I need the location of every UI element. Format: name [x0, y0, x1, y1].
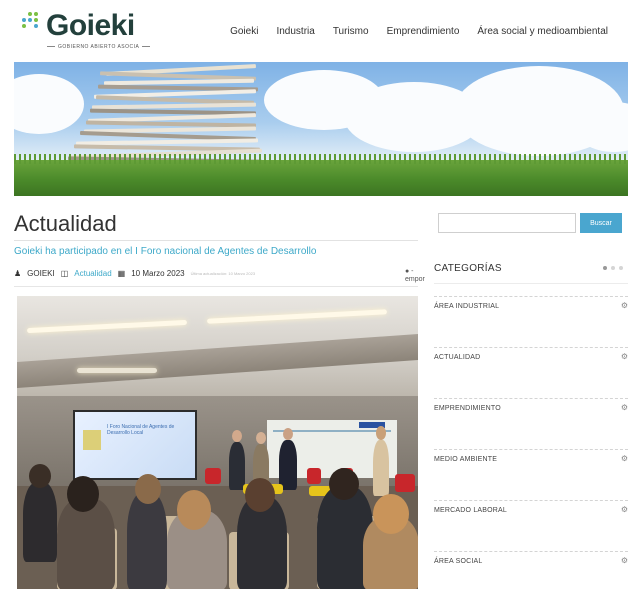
slide-text: I Foro Nacional de Agentes de Desarrollo… [107, 424, 175, 436]
site-header: Goieki GOBIERNO ABIERTO ASOCIA Goieki In… [0, 0, 630, 62]
main-nav: Goieki Industria Turismo Emprendimiento … [230, 26, 608, 37]
categories-title: CATEGORÍAS [434, 263, 502, 274]
search-button[interactable]: Buscar [580, 213, 622, 233]
logo-subtitle: GOBIERNO ABIERTO ASOCIA [44, 44, 153, 50]
calendar-icon: ▦ [117, 269, 126, 278]
settings-icon: ⚙ [620, 556, 628, 565]
nav-item-industria[interactable]: Industria [276, 26, 314, 37]
category-item-medio-ambiente[interactable]: MEDIO AMBIENTE ⚙ [434, 449, 628, 500]
grass [14, 154, 628, 196]
settings-icon: ⚙ [620, 505, 628, 514]
presentation-screen: I Foro Nacional de Agentes de Desarrollo… [73, 410, 197, 480]
user-icon: ♟ [14, 269, 22, 278]
hero-banner [14, 62, 628, 196]
category-label: ÁREA INDUSTRIAL [434, 303, 500, 310]
nav-item-area-social[interactable]: Área social y medioambiental [477, 26, 608, 37]
post-category-link[interactable]: Actualidad [74, 269, 111, 278]
categories-toggle[interactable] [603, 266, 623, 270]
category-label: EMPRENDIMIENTO [434, 405, 501, 412]
post-meta: ♟ GOIEKI ◫ Actualidad ▦ 10 Marzo 2023 Úl… [14, 269, 255, 278]
nav-item-goieki[interactable]: Goieki [230, 26, 258, 37]
search-input[interactable] [438, 213, 576, 233]
divider [434, 283, 628, 284]
site-logo[interactable]: Goieki GOBIERNO ABIERTO ASOCIA [22, 8, 142, 54]
divider [14, 286, 418, 287]
category-item-mercado-laboral[interactable]: MERCADO LABORAL ⚙ [434, 500, 628, 551]
nav-item-turismo[interactable]: Turismo [333, 26, 369, 37]
category-label: MERCADO LABORAL [434, 507, 508, 514]
share-label: empor [405, 276, 425, 283]
category-label: ÁREA SOCIAL [434, 558, 483, 565]
settings-icon: ⚙ [620, 454, 628, 463]
category-item-area-social[interactable]: ÁREA SOCIAL ⚙ [434, 551, 628, 589]
post-author[interactable]: GOIEKI [27, 269, 55, 278]
logo-text: Goieki [46, 9, 135, 42]
post-title-link[interactable]: Goieki ha participado en el I Foro nacio… [14, 246, 316, 257]
post-updated: Última actualización: 10 Marzo 2023 [190, 271, 256, 276]
post-featured-image[interactable]: I Foro Nacional de Agentes de Desarrollo… [17, 296, 418, 589]
category-item-emprendimiento[interactable]: EMPRENDIMIENTO ⚙ [434, 398, 628, 449]
share-widget[interactable]: ● - empor [405, 268, 425, 284]
share-dot-icon: ● [405, 268, 410, 275]
category-label: MEDIO AMBIENTE [434, 456, 498, 463]
nav-item-emprendimiento[interactable]: Emprendimiento [387, 26, 460, 37]
category-item-area-industrial[interactable]: ÁREA INDUSTRIAL ⚙ [434, 296, 628, 347]
logo-dots-icon [22, 12, 46, 38]
settings-icon: ⚙ [620, 301, 628, 310]
settings-icon: ⚙ [620, 403, 628, 412]
category-item-actualidad[interactable]: ACTUALIDAD ⚙ [434, 347, 628, 398]
category-label: ACTUALIDAD [434, 354, 481, 361]
page-title: Actualidad [14, 211, 117, 236]
divider [14, 240, 418, 241]
post-date: 10 Marzo 2023 [131, 269, 185, 278]
folder-icon: ◫ [60, 269, 69, 278]
settings-icon: ⚙ [620, 352, 628, 361]
categories-list: ÁREA INDUSTRIAL ⚙ ACTUALIDAD ⚙ EMPRENDIM… [434, 296, 628, 589]
